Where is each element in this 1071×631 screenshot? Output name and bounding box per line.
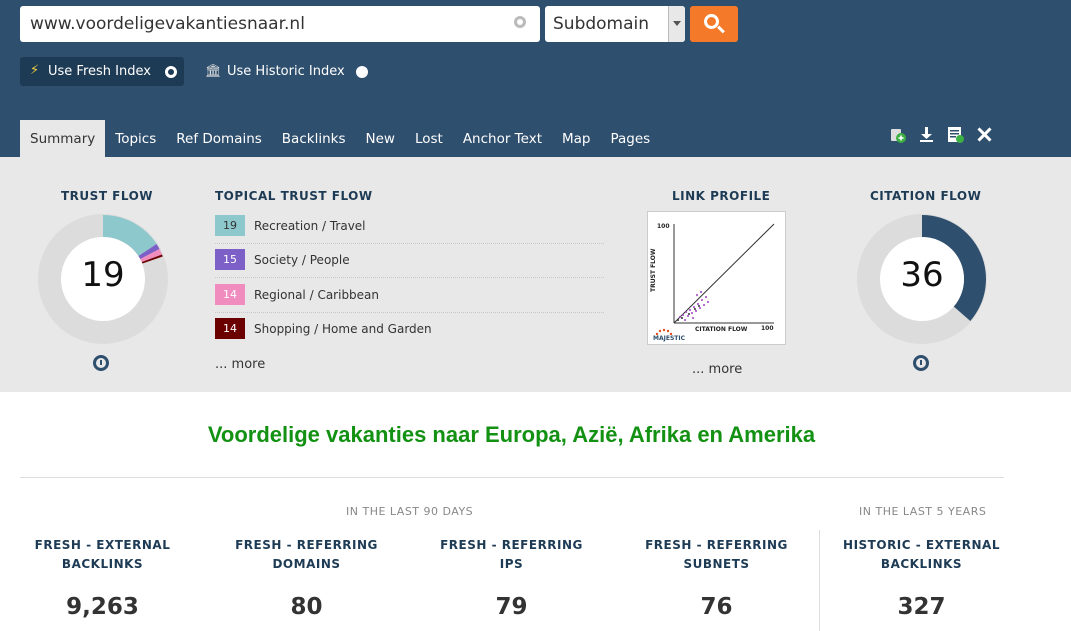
lightning-icon: ⚡ bbox=[30, 63, 40, 78]
tab-anchor-text[interactable]: Anchor Text bbox=[453, 120, 552, 157]
historic-index-radio[interactable] bbox=[356, 66, 368, 78]
metric-value: 76 bbox=[700, 594, 733, 620]
metric-value: 80 bbox=[290, 594, 323, 620]
metric-value: 79 bbox=[495, 594, 528, 620]
history-icon[interactable] bbox=[93, 355, 109, 371]
metric-label: FRESH - REFERRING bbox=[440, 538, 583, 552]
divider bbox=[20, 477, 1004, 478]
metric-value: 327 bbox=[897, 594, 946, 620]
topic-label[interactable]: Regional / Caribbean bbox=[254, 288, 379, 302]
y-max-label: 100 bbox=[657, 223, 670, 230]
link-profile-title: LINK PROFILE bbox=[672, 189, 771, 203]
topic-row[interactable]: 14 Shopping / Home and Garden bbox=[215, 314, 604, 347]
column-divider bbox=[819, 530, 820, 631]
report-icon[interactable] bbox=[946, 125, 965, 144]
chevron-down-icon[interactable] bbox=[668, 6, 685, 42]
scope-select[interactable]: Subdomain bbox=[545, 6, 685, 42]
metric-label: FRESH - EXTERNAL bbox=[34, 538, 171, 552]
history-icon[interactable] bbox=[913, 355, 929, 371]
metric-value: 9,263 bbox=[66, 594, 139, 620]
fresh-period-label: IN THE LAST 90 DAYS bbox=[346, 505, 474, 518]
fresh-index-radio[interactable] bbox=[165, 66, 177, 78]
topic-score: 14 bbox=[215, 318, 245, 339]
scope-value: Subdomain bbox=[553, 14, 650, 34]
url-input[interactable]: www.voordeligevakantiesnaar.nl bbox=[20, 6, 540, 42]
x-max-label: 100 bbox=[761, 325, 774, 332]
topic-score: 15 bbox=[215, 249, 245, 270]
link-profile-more-link[interactable]: ... more bbox=[692, 362, 742, 377]
tab-lost[interactable]: Lost bbox=[405, 120, 453, 157]
historic-index-label: Use Historic Index bbox=[227, 64, 345, 79]
historic-index-option[interactable]: 🏛 Use Historic Index bbox=[205, 64, 368, 79]
toolbar bbox=[888, 125, 994, 144]
metric-external-backlinks[interactable]: FRESH - EXTERNAL BACKLINKS 9,263 bbox=[20, 536, 185, 620]
topic-row[interactable]: 19 Recreation / Travel bbox=[215, 211, 604, 244]
fresh-index-option[interactable]: ⚡ Use Fresh Index bbox=[20, 57, 184, 86]
gear-icon[interactable] bbox=[514, 16, 526, 28]
link-profile-chart[interactable]: 100 TRUST FLOW CITATION FLOW 100 MAJESTI… bbox=[647, 211, 786, 345]
bank-icon: 🏛 bbox=[205, 64, 222, 79]
tools-icon[interactable] bbox=[975, 125, 994, 144]
metric-label: FRESH - REFERRING bbox=[645, 538, 788, 552]
tab-bar: Summary Topics Ref Domains Backlinks New… bbox=[20, 120, 660, 157]
trust-flow-title: TRUST FLOW bbox=[61, 189, 154, 203]
metric-label: BACKLINKS bbox=[61, 557, 144, 571]
topic-score: 14 bbox=[215, 284, 245, 305]
majestic-logo: MAJESTIC bbox=[653, 335, 685, 342]
topic-score: 19 bbox=[215, 215, 245, 236]
topics-more-link[interactable]: ... more bbox=[215, 357, 265, 372]
metric-historic-backlinks[interactable]: HISTORIC - EXTERNAL BACKLINKS 327 bbox=[839, 536, 1004, 620]
tab-topics[interactable]: Topics bbox=[105, 120, 166, 157]
metric-label: DOMAINS bbox=[272, 557, 341, 571]
tab-backlinks[interactable]: Backlinks bbox=[272, 120, 356, 157]
topic-row[interactable]: 15 Society / People bbox=[215, 245, 604, 278]
metric-label: BACKLINKS bbox=[880, 557, 963, 571]
citation-flow-title: CITATION FLOW bbox=[870, 189, 982, 203]
metric-label: HISTORIC - EXTERNAL bbox=[843, 538, 1000, 552]
metric-label: FRESH - REFERRING bbox=[235, 538, 378, 552]
metric-label: SUBNETS bbox=[683, 557, 750, 571]
topic-label[interactable]: Shopping / Home and Garden bbox=[254, 322, 432, 336]
topic-label[interactable]: Recreation / Travel bbox=[254, 219, 366, 233]
tab-map[interactable]: Map bbox=[552, 120, 601, 157]
fresh-index-label: Use Fresh Index bbox=[48, 64, 151, 79]
download-icon[interactable] bbox=[917, 125, 936, 144]
trust-flow-value: 19 bbox=[81, 255, 125, 295]
historic-period-label: IN THE LAST 5 YEARS bbox=[859, 505, 987, 518]
citation-flow-value: 36 bbox=[900, 255, 944, 295]
topic-label[interactable]: Society / People bbox=[254, 253, 350, 267]
add-to-bucket-icon[interactable] bbox=[888, 125, 907, 144]
tab-new[interactable]: New bbox=[355, 120, 404, 157]
site-title: Voordelige vakanties naar Europa, Azië, … bbox=[207, 422, 816, 447]
tab-summary[interactable]: Summary bbox=[20, 120, 106, 157]
topical-trust-flow-title: TOPICAL TRUST FLOW bbox=[215, 189, 373, 203]
metric-referring-domains[interactable]: FRESH - REFERRING DOMAINS 80 bbox=[224, 536, 389, 620]
url-value: www.voordeligevakantiesnaar.nl bbox=[30, 14, 305, 34]
metric-label: IPS bbox=[499, 557, 524, 571]
search-button[interactable] bbox=[690, 6, 738, 42]
y-axis-label: TRUST FLOW bbox=[650, 248, 657, 292]
header: www.voordeligevakantiesnaar.nl Subdomain… bbox=[0, 0, 1071, 157]
topic-row[interactable]: 14 Regional / Caribbean bbox=[215, 280, 604, 313]
tab-pages[interactable]: Pages bbox=[601, 120, 661, 157]
tab-ref-domains[interactable]: Ref Domains bbox=[166, 120, 272, 157]
metric-referring-ips[interactable]: FRESH - REFERRING IPS 79 bbox=[429, 536, 594, 620]
metric-referring-subnets[interactable]: FRESH - REFERRING SUBNETS 76 bbox=[634, 536, 799, 620]
x-axis-label: CITATION FLOW bbox=[695, 326, 748, 333]
